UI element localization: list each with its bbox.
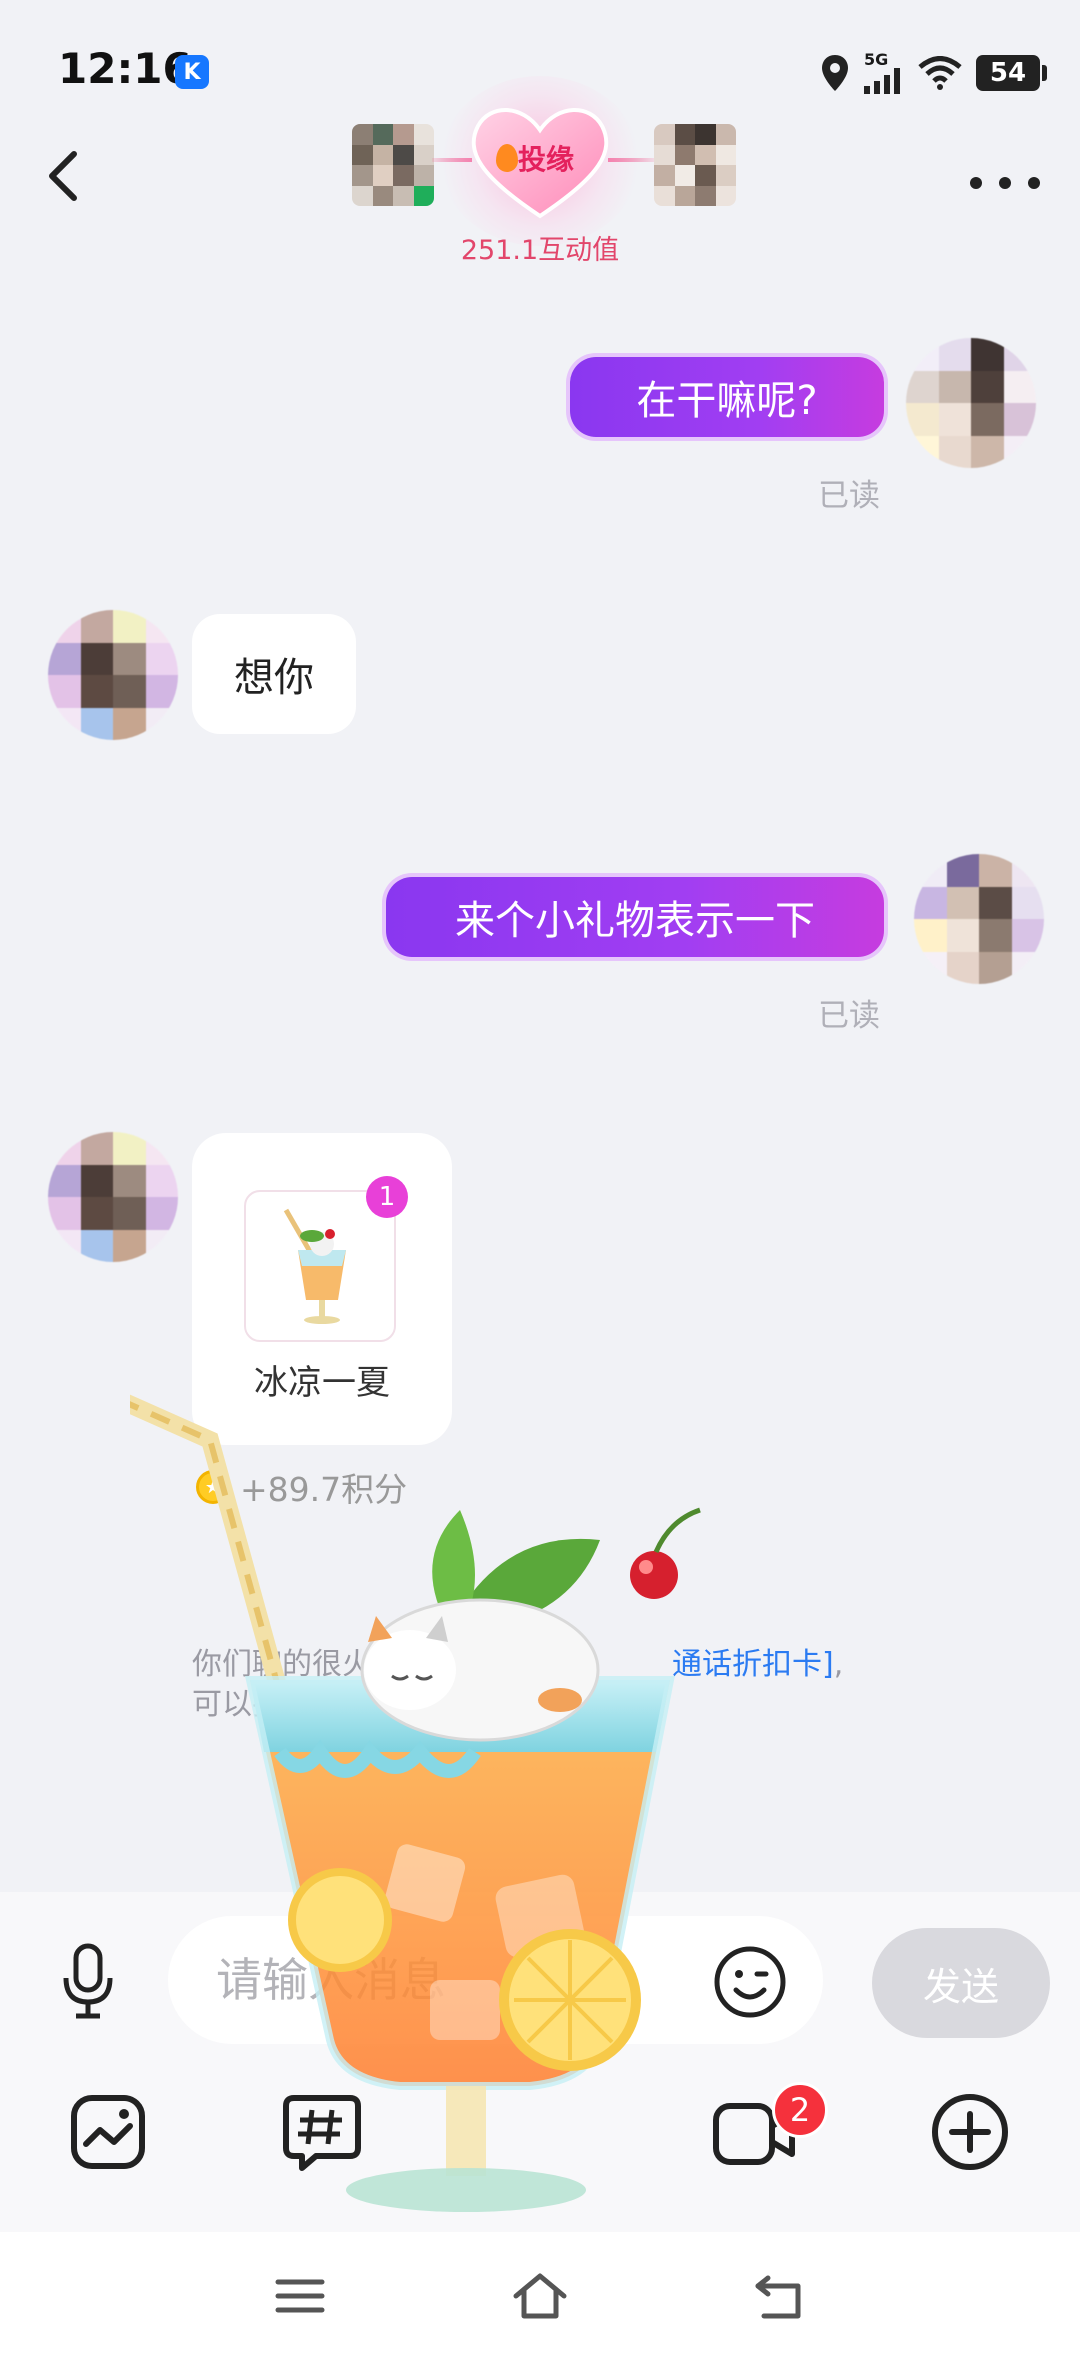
gift-message-card[interactable]: 1 冰凉一夏	[192, 1133, 452, 1445]
menu-icon	[275, 2279, 325, 2313]
badge-text: 投缘	[518, 143, 575, 176]
status-indicators: 5G 54	[820, 50, 1047, 96]
back-button[interactable]	[40, 148, 90, 204]
emoji-button[interactable]	[712, 1944, 788, 2020]
read-status: 已读	[818, 998, 880, 1034]
topic-icon	[283, 2095, 361, 2171]
message-bubble-out[interactable]: 来个小礼物表示一下	[386, 877, 884, 957]
menu-nav-button[interactable]	[270, 2266, 330, 2326]
voice-button[interactable]	[58, 1942, 118, 2022]
my-chat-avatar[interactable]	[906, 338, 1036, 468]
signal-icon: 5G	[864, 52, 904, 94]
my-avatar[interactable]	[654, 124, 736, 206]
home-icon	[513, 2273, 567, 2319]
location-icon	[822, 55, 848, 91]
discount-card-link[interactable]: 通话折扣卡]	[672, 1647, 834, 1682]
points-earned: ★ +89.7积分	[196, 1463, 407, 1511]
coin-icon: ★	[196, 1470, 230, 1504]
gift-name: 冰凉一夏	[254, 1363, 390, 1403]
wifi-icon	[918, 56, 962, 90]
battery-indicator: 54	[976, 55, 1047, 91]
topic-button[interactable]	[282, 2092, 362, 2172]
mic-icon	[63, 1943, 113, 2019]
back-nav-button[interactable]	[750, 2266, 810, 2326]
gift-count-badge: 1	[366, 1176, 408, 1218]
read-status: 已读	[818, 478, 880, 514]
send-button[interactable]: 发送	[872, 1928, 1050, 2038]
image-button[interactable]	[68, 2092, 148, 2172]
image-icon	[71, 2095, 145, 2169]
more-tools-button[interactable]	[930, 2092, 1010, 2172]
system-note: 你们聊的很火热 通话折扣卡], 可以折扣价	[192, 1645, 932, 1725]
back-nav-icon	[755, 2275, 801, 2319]
message-bubble-out[interactable]: 在干嘛呢?	[570, 357, 884, 437]
intimacy-value: 251.1互动值	[460, 235, 620, 266]
system-nav-bar	[0, 2232, 1080, 2358]
partner-avatar[interactable]	[352, 124, 434, 206]
input-panel: 发送 2	[0, 1892, 1080, 2232]
my-chat-avatar[interactable]	[914, 854, 1044, 984]
home-nav-button[interactable]	[510, 2266, 570, 2326]
more-icon	[970, 177, 982, 189]
plus-icon	[932, 2094, 1008, 2170]
system-note-text: 你们聊的很火热	[192, 1647, 402, 1682]
more-button[interactable]	[970, 168, 1040, 198]
message-bubble-in[interactable]: 想你	[192, 614, 356, 734]
status-time: 12:16	[58, 44, 192, 93]
video-call-badge: 2	[772, 2082, 828, 2138]
app-k-icon: K	[175, 55, 209, 89]
flame-icon	[496, 144, 518, 172]
partner-chat-avatar[interactable]	[48, 1132, 178, 1262]
emoji-icon	[714, 1946, 786, 2018]
system-note-text: 可以折扣价	[192, 1687, 342, 1722]
intimacy-heart-badge[interactable]: 投缘	[440, 76, 640, 246]
partner-chat-avatar[interactable]	[48, 610, 178, 740]
points-text: +89.7积分	[240, 1470, 408, 1509]
back-icon	[49, 151, 77, 201]
